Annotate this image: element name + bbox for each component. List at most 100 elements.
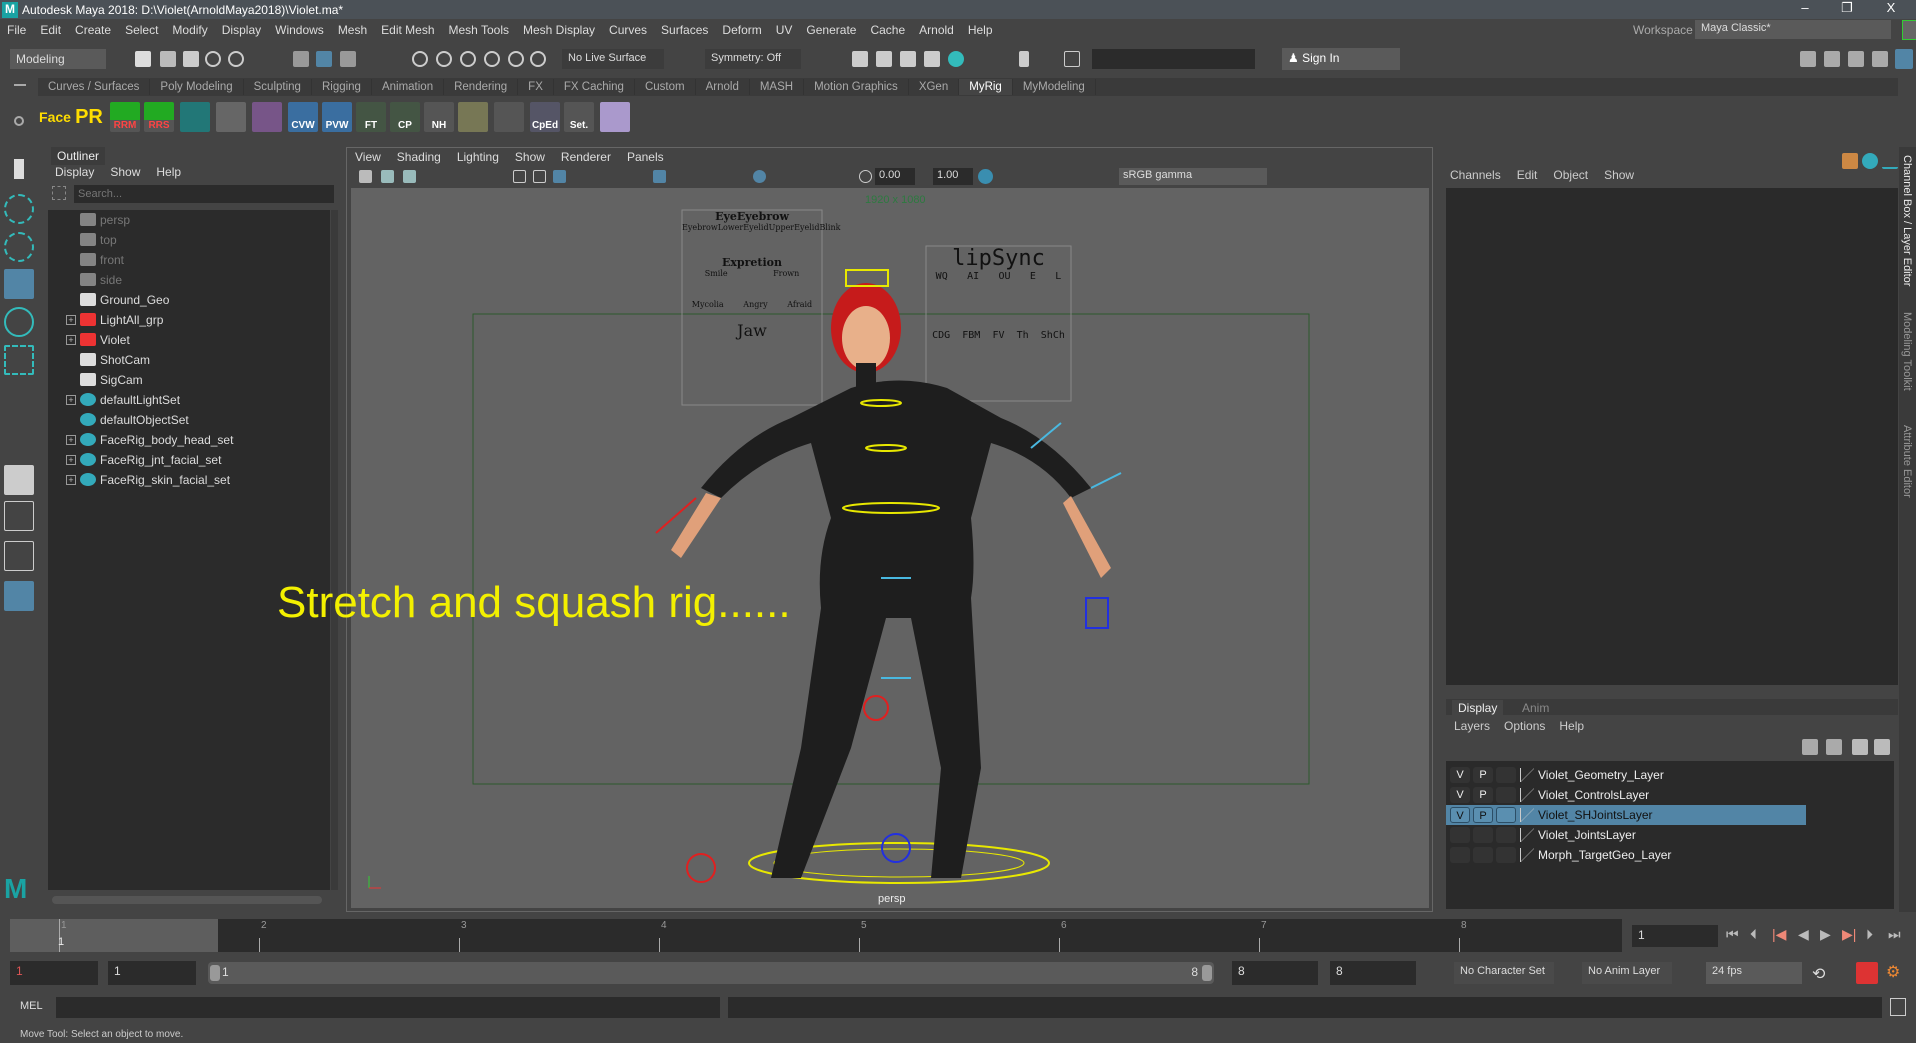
playback-toggle[interactable]: P [1473,807,1493,823]
outliner-horizontal-scrollbar[interactable] [52,896,322,904]
current-frame-field[interactable]: 1 [1632,925,1718,947]
shelf-face-button[interactable]: Face [38,102,72,132]
viewport-canvas[interactable]: 1920 x 1080 EyeEyebrow Eyebrow LowerEyeli… [351,188,1429,908]
character-controls-icon[interactable] [1824,51,1840,67]
layer-color-swatch[interactable] [1520,788,1534,802]
shelf-ft-button[interactable]: FT [356,102,386,132]
attribute-editor-icon[interactable] [1848,51,1864,67]
visibility-toggle[interactable]: V [1450,807,1470,823]
viewport-menu-shading[interactable]: Shading [397,150,441,164]
shelf-tab-fx[interactable]: FX [518,79,554,95]
new-scene-icon[interactable] [135,51,151,67]
layer-menu-help[interactable]: Help [1559,719,1584,733]
side-tab-attribute-editor[interactable]: Attribute Editor [1901,425,1913,498]
layer-menu-options[interactable]: Options [1504,719,1545,733]
outliner-item[interactable]: SigCam [48,370,318,390]
shelf-tab-rigging[interactable]: Rigging [312,79,372,95]
menu-file[interactable]: File [7,23,26,37]
shelf-cp-button[interactable]: CP [390,102,420,132]
outliner-item[interactable]: Ground_Geo [48,290,318,310]
grid-icon[interactable] [513,170,526,183]
channel-menu-show[interactable]: Show [1604,168,1634,182]
menu-windows[interactable]: Windows [275,23,324,37]
channel-menu-channels[interactable]: Channels [1450,168,1501,182]
undo-icon[interactable] [205,51,221,67]
shelf-pvw-button[interactable]: PVW [322,102,352,132]
snap-view-plane-icon[interactable] [484,51,500,67]
shelf-tab-animation[interactable]: Animation [372,79,445,95]
menu-mesh-tools[interactable]: Mesh Tools [449,23,509,37]
expand-icon[interactable]: + [66,335,76,345]
anim-prefs-icon[interactable]: ⚙ [1886,962,1900,982]
outliner-item[interactable]: persp [48,210,318,230]
layout-outliner-icon[interactable] [4,581,34,611]
select-tool-icon[interactable] [14,159,24,179]
color-management-icon[interactable] [978,169,993,184]
render-view-icon[interactable] [852,51,868,67]
layer-row[interactable]: V P Violet_SHJointsLayer [1446,805,1806,825]
hypershade-icon[interactable] [948,51,964,67]
viewport-menu-view[interactable]: View [355,150,381,164]
layout-two-icon[interactable] [4,541,34,571]
shelf-cvw-button[interactable]: CVW [288,102,318,132]
side-tab-modeling-toolkit[interactable]: Modeling Toolkit [1901,312,1913,391]
character-set-dropdown[interactable]: No Character Set [1454,962,1554,984]
select-object-icon[interactable] [316,51,332,67]
new-layer-selected-icon[interactable] [1874,739,1890,755]
side-tab-channel-box[interactable]: Channel Box / Layer Editor [1901,155,1913,286]
layout-single-icon[interactable] [4,465,34,495]
auto-key-icon[interactable] [1856,962,1878,984]
shelf-tab-curves-surfaces[interactable]: Curves / Surfaces [38,79,151,95]
viewport-menu-show[interactable]: Show [515,150,545,164]
viewport-menu-panels[interactable]: Panels [627,150,664,164]
shelf-tab-fx-caching[interactable]: FX Caching [554,79,635,95]
filter-icon[interactable] [52,186,66,200]
quick-select-input[interactable] [1092,49,1255,69]
menu-deform[interactable]: Deform [722,23,761,37]
outliner-tab[interactable]: Outliner [51,147,106,165]
shelf-window-icon[interactable] [600,102,630,132]
outliner-item[interactable]: side [48,270,318,290]
camera-attributes-icon[interactable] [381,170,394,183]
fps-dropdown[interactable]: 24 fps [1706,962,1802,984]
playback-toggle[interactable]: P [1473,787,1493,803]
shelf-joint-tool-icon[interactable] [216,102,246,132]
layer-row[interactable]: V P Violet_ControlsLayer [1446,785,1806,805]
loop-icon[interactable]: ⟲ [1812,964,1825,984]
shelf-cped-button[interactable]: CpEd [530,102,560,132]
menu-curves[interactable]: Curves [609,23,647,37]
new-layer-icon[interactable] [1852,739,1868,755]
redo-icon[interactable] [228,51,244,67]
layer-color-swatch[interactable] [1520,808,1534,822]
paint-select-tool-icon[interactable] [4,232,34,262]
modeling-toolkit-icon[interactable] [1800,51,1816,67]
menu-edit[interactable]: Edit [40,23,61,37]
shelf-python-icon[interactable] [494,102,524,132]
outliner-item[interactable]: top [48,230,318,250]
render-frame-icon[interactable] [876,51,892,67]
outliner-menu-help[interactable]: Help [156,165,181,179]
visibility-toggle[interactable] [1450,827,1470,843]
range-slider[interactable]: 1 8 [208,962,1214,984]
snap-grid-icon[interactable] [412,51,428,67]
outliner-item[interactable]: defaultObjectSet [48,410,318,430]
move-layer-up-icon[interactable] [1802,739,1818,755]
outliner-item[interactable]: + FaceRig_body_head_set [48,430,318,450]
shelf-tab-rendering[interactable]: Rendering [444,79,519,95]
edit-icon[interactable] [1882,153,1898,169]
shelf-tab-xgen[interactable]: XGen [909,79,960,95]
outliner-vertical-scrollbar[interactable] [331,210,338,890]
visibility-toggle[interactable]: V [1450,767,1470,783]
gamma-field[interactable]: 1.00 [933,168,973,185]
go-to-start-icon[interactable]: ⏮ [1726,926,1739,943]
shelf-pr-button[interactable]: PR [74,102,104,132]
pause-icon[interactable] [1019,51,1029,67]
playback-toggle[interactable]: P [1473,767,1493,783]
shelf-tab-myrig[interactable]: MyRig [959,79,1013,95]
layer-color-swatch[interactable] [1520,768,1534,782]
menu-mesh-display[interactable]: Mesh Display [523,23,595,37]
film-gate-icon[interactable] [533,170,546,183]
outliner-item[interactable]: + Violet [48,330,318,350]
scale-tool-icon[interactable] [4,345,34,375]
channel-box-toggle-icon[interactable] [1842,153,1858,169]
